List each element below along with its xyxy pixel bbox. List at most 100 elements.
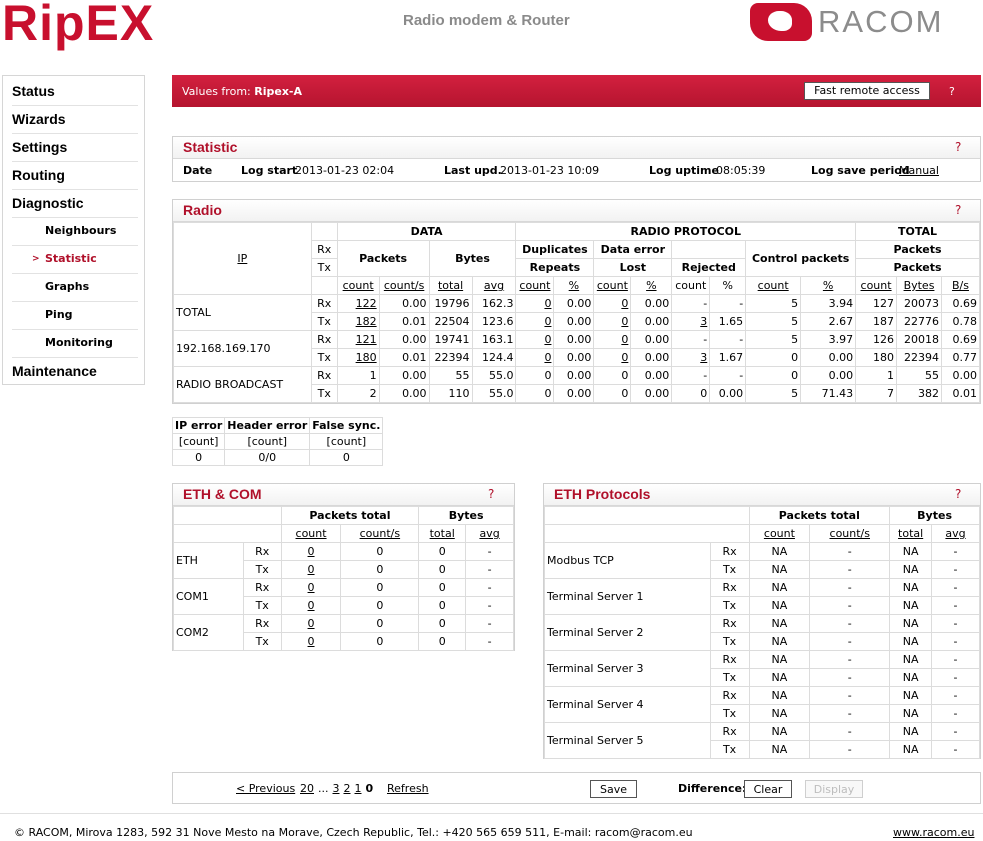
sort-column-header[interactable]: count/s	[809, 524, 891, 543]
table-cell: NA	[748, 650, 811, 669]
sidebar-item-routing[interactable]: Routing	[12, 162, 138, 190]
sort-column-header[interactable]: avg	[465, 524, 514, 543]
page-link[interactable]: 1	[355, 782, 362, 795]
value-link[interactable]: 0	[593, 348, 632, 367]
sort-column-header[interactable]: avg	[931, 524, 980, 543]
previous-link[interactable]: < Previous	[236, 782, 295, 795]
value-link[interactable]: 0	[593, 312, 632, 331]
help-icon[interactable]: ?	[955, 140, 961, 154]
value-link[interactable]: 180	[336, 348, 380, 367]
table-cell: 0.01	[378, 348, 430, 367]
page-link[interactable]: 3	[333, 782, 340, 795]
value-link[interactable]: 0	[280, 632, 342, 651]
direction-cell: Tx	[242, 632, 282, 651]
help-icon[interactable]: ?	[949, 75, 955, 108]
direction-cell: Tx	[310, 312, 338, 331]
table-cell: 0.00	[553, 312, 595, 331]
page-link[interactable]: 2	[344, 782, 351, 795]
sidebar-item-graphs[interactable]: Graphs	[12, 274, 138, 302]
value-link[interactable]: 0	[280, 542, 342, 561]
sidebar-item-monitoring[interactable]: Monitoring	[12, 330, 138, 358]
help-icon[interactable]: ?	[488, 487, 494, 501]
control-packets-header: Control packets	[745, 240, 857, 277]
value-link[interactable]: 0	[280, 596, 342, 615]
racom-logo-text: RACOM	[818, 4, 944, 39]
value-link[interactable]: 0	[280, 578, 342, 597]
sort-column-header[interactable]: count/s	[378, 276, 430, 295]
value-link[interactable]: 3	[671, 312, 711, 331]
table-cell: 2.67	[800, 312, 857, 331]
sort-column-header[interactable]: count	[748, 524, 811, 543]
sort-column-header[interactable]: count	[336, 276, 380, 295]
table-cell: 55.0	[471, 366, 517, 385]
table-cell: NA	[889, 704, 933, 723]
sort-column-header[interactable]: avg	[471, 276, 517, 295]
table-cell: 0	[418, 542, 467, 561]
sidebar-item-neighbours[interactable]: Neighbours	[12, 218, 138, 246]
table-header-row: Packets total Bytes	[173, 506, 514, 525]
racom-logo: RACOM	[750, 2, 982, 42]
sort-column-header[interactable]: Bytes	[896, 276, 942, 295]
sidebar-item-maintenance[interactable]: Maintenance	[12, 358, 138, 386]
value-link[interactable]: 0	[280, 560, 342, 579]
value-link[interactable]: 122	[336, 294, 380, 313]
sort-column-header[interactable]: B/s	[940, 276, 981, 295]
sort-column-header[interactable]: total	[889, 524, 933, 543]
sort-column-header[interactable]: %	[630, 276, 673, 295]
fast-remote-access-button[interactable]: Fast remote access	[804, 82, 930, 100]
sidebar-item-wizards[interactable]: Wizards	[12, 106, 138, 134]
value-link[interactable]: 121	[336, 330, 380, 349]
sort-column-header[interactable]: total	[418, 524, 467, 543]
sort-column-header[interactable]: count	[593, 276, 632, 295]
table-cell: -	[465, 542, 514, 561]
value-link[interactable]: 0	[515, 294, 555, 313]
sort-column-header[interactable]: total	[428, 276, 473, 295]
log-start-label: Log start	[241, 164, 298, 177]
save-button[interactable]: Save	[590, 780, 637, 798]
sort-column-header[interactable]: %	[553, 276, 595, 295]
help-icon[interactable]: ?	[955, 487, 961, 501]
sort-column-header[interactable]: count/s	[340, 524, 420, 543]
sort-column-header[interactable]: count	[855, 276, 898, 295]
log-save-period-link[interactable]: Manual	[899, 164, 939, 177]
log-uptime-value: 08:05:39	[716, 164, 766, 177]
page-link[interactable]: 20	[300, 782, 314, 795]
sidebar-item-diagnostic[interactable]: Diagnostic	[12, 190, 138, 218]
refresh-link[interactable]: Refresh	[387, 782, 429, 795]
table-cell: 0.00	[553, 366, 595, 385]
ip-column-header[interactable]: IP	[173, 222, 312, 295]
panel-title: ETH & COM	[183, 486, 262, 502]
table-cell: 0.00	[553, 330, 595, 349]
display-button[interactable]: Display	[805, 780, 863, 798]
sidebar-item-ping[interactable]: Ping	[12, 302, 138, 330]
value-link[interactable]: 3	[671, 348, 711, 367]
row-name: TOTAL	[173, 294, 312, 331]
direction-cell: Tx	[709, 560, 750, 579]
sidebar-item-status[interactable]: Status	[12, 78, 138, 106]
sort-column-header[interactable]: count	[280, 524, 342, 543]
statistic-log-info: Date Log start 2013-01-23 02:04 Last upd…	[173, 164, 980, 180]
table-cell: -	[709, 330, 747, 349]
value-link[interactable]: 0	[593, 294, 632, 313]
table-cell: 0.00	[378, 366, 430, 385]
website-link[interactable]: www.racom.eu	[893, 826, 974, 839]
footer-text: © RACOM, Mirova 1283, 592 31 Nove Mesto …	[14, 826, 693, 839]
table-cell: 1.67	[709, 348, 747, 367]
sort-column-header[interactable]: count	[745, 276, 802, 295]
value-link[interactable]: 0	[280, 614, 342, 633]
sidebar-item-settings[interactable]: Settings	[12, 134, 138, 162]
table-cell: 382	[896, 384, 942, 403]
value-link[interactable]: 182	[336, 312, 380, 331]
value-link[interactable]: 0	[515, 330, 555, 349]
sort-column-header[interactable]: %	[800, 276, 857, 295]
value-link[interactable]: 0	[593, 330, 632, 349]
value-link[interactable]: 0	[515, 312, 555, 331]
value-link[interactable]: 0	[515, 348, 555, 367]
clear-button[interactable]: Clear	[744, 780, 792, 798]
table-cell: 0/0	[224, 449, 311, 466]
help-icon[interactable]: ?	[955, 203, 961, 217]
sort-column-header[interactable]: count	[515, 276, 555, 295]
table-cell: 0.00	[630, 312, 673, 331]
sidebar-item-statistic[interactable]: Statistic >	[12, 246, 138, 274]
table-cell: 0.00	[630, 348, 673, 367]
